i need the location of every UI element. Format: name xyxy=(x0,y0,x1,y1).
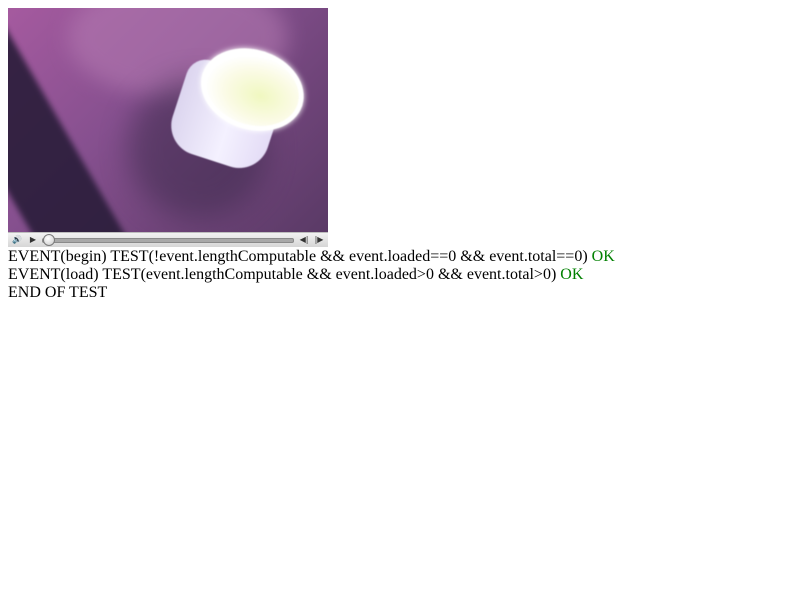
forward-icon[interactable]: |▶ xyxy=(311,234,327,246)
ok-status: OK xyxy=(560,266,584,283)
timeline-thumb[interactable] xyxy=(43,234,55,246)
log-line-text: EVENT(begin) TEST(!event.lengthComputabl… xyxy=(8,248,588,265)
log-line: EVENT(begin) TEST(!event.lengthComputabl… xyxy=(8,248,615,266)
media-controls: 🔊 ▶ ◀| |▶ xyxy=(8,232,328,247)
log-line-text: EVENT(load) TEST(event.lengthComputable … xyxy=(8,266,557,283)
volume-icon[interactable]: 🔊 xyxy=(9,234,25,246)
log-line: EVENT(load) TEST(event.lengthComputable … xyxy=(8,266,615,284)
video-frame xyxy=(8,8,328,232)
end-of-test: END OF TEST xyxy=(8,284,108,301)
video-player[interactable]: 🔊 ▶ ◀| |▶ xyxy=(8,8,328,247)
ok-status: OK xyxy=(591,248,615,265)
media-timeline[interactable] xyxy=(42,238,294,243)
test-log: EVENT(begin) TEST(!event.lengthComputabl… xyxy=(8,248,615,302)
play-icon[interactable]: ▶ xyxy=(25,234,41,246)
rewind-icon[interactable]: ◀| xyxy=(296,234,312,246)
